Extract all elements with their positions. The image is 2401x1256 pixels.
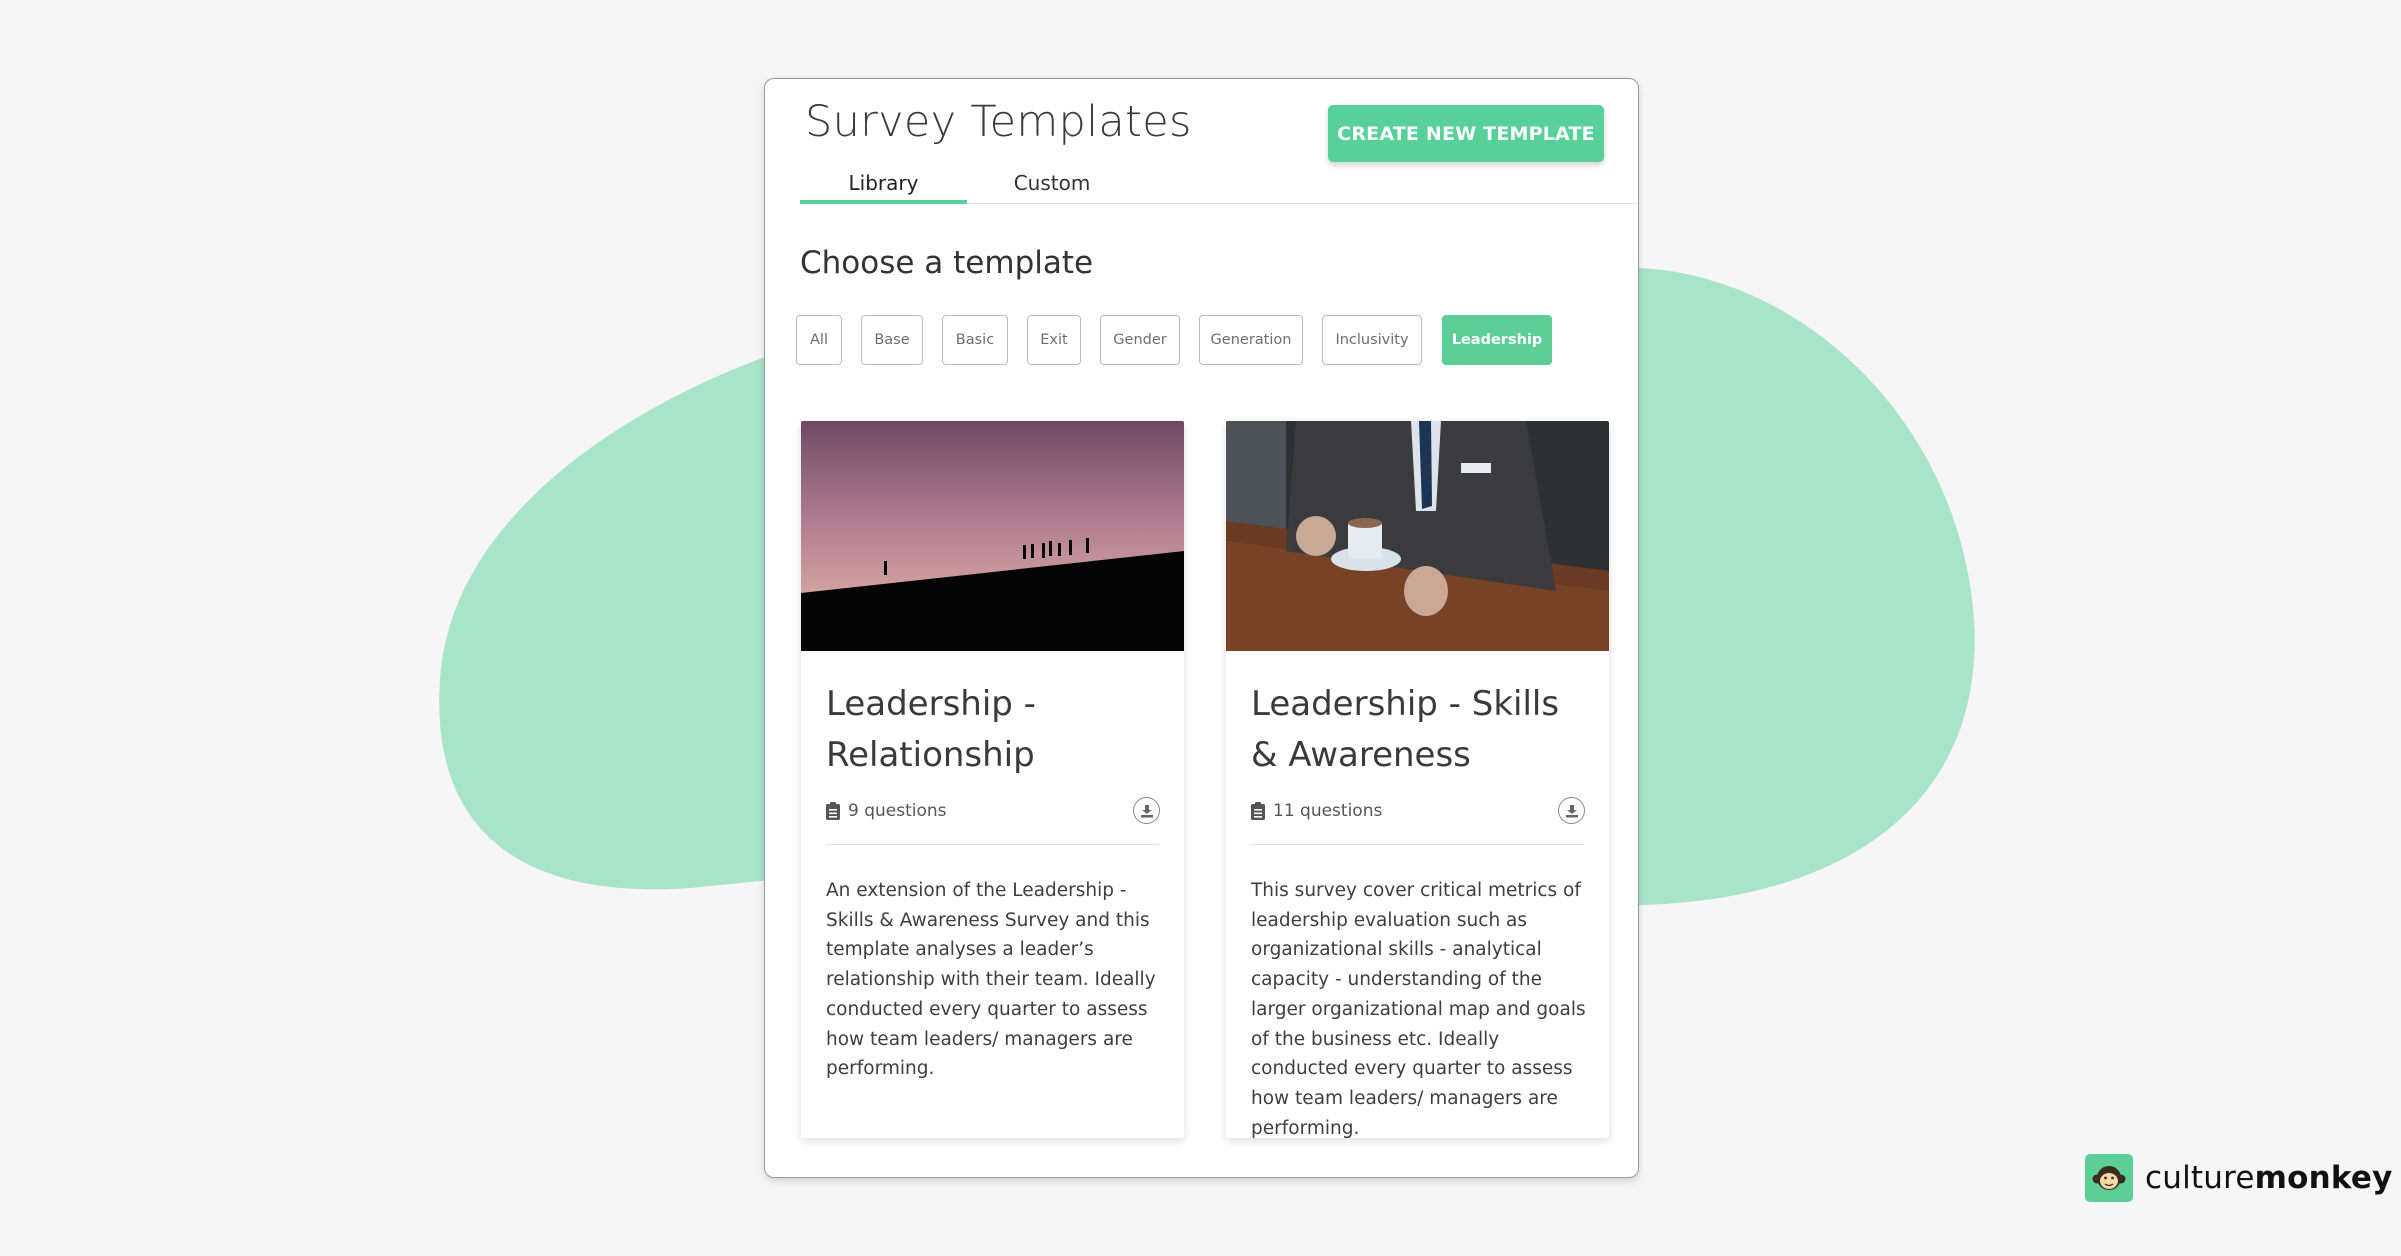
download-template-button[interactable] — [1133, 797, 1160, 824]
card-divider — [1251, 844, 1584, 845]
question-count-label: 9 questions — [848, 801, 947, 821]
template-image-businessman-coffee — [1226, 421, 1609, 651]
tab-bar: Library Custom — [800, 167, 1638, 204]
question-count: 11 questions — [1251, 801, 1382, 821]
clipboard-icon — [1251, 802, 1265, 820]
brand-name-light: culture — [2145, 1160, 2255, 1196]
tab-custom[interactable]: Custom — [967, 171, 1137, 195]
brand-name: culturemonkey — [2145, 1160, 2393, 1196]
download-icon — [1140, 804, 1153, 817]
filter-chip-basic[interactable]: Basic — [942, 315, 1008, 365]
filter-chip-inclusivity[interactable]: Inclusivity — [1322, 315, 1422, 365]
question-count: 9 questions — [826, 801, 947, 821]
card-divider — [826, 844, 1159, 845]
filter-chip-all[interactable]: All — [796, 315, 842, 365]
section-title: Choose a template — [800, 245, 1094, 281]
filter-chip-gender[interactable]: Gender — [1100, 315, 1180, 365]
template-card[interactable]: Leadership - Skills & Awareness 11 quest… — [1226, 421, 1609, 1138]
blob-right — [1639, 268, 1975, 905]
template-title: Leadership - Relationship — [826, 684, 1036, 775]
blob-left — [439, 355, 770, 890]
template-title: Leadership - Skills & Awareness — [1251, 684, 1560, 775]
tab-library[interactable]: Library — [800, 171, 967, 195]
create-new-template-button[interactable]: CREATE NEW TEMPLATE — [1328, 105, 1604, 162]
filter-chip-leadership[interactable]: Leadership — [1442, 315, 1552, 365]
question-count-label: 11 questions — [1273, 801, 1383, 821]
brand-name-bold: monkey — [2254, 1160, 2393, 1196]
page-title: Survey Templates — [805, 97, 1192, 147]
template-card[interactable]: Leadership - Relationship 9 questions An… — [801, 421, 1184, 1138]
filter-chip-base[interactable]: Base — [861, 315, 923, 365]
download-template-button[interactable] — [1558, 797, 1585, 824]
template-description: This survey cover critical metrics of le… — [1251, 880, 1586, 1138]
filter-chip-generation[interactable]: Generation — [1199, 315, 1303, 365]
template-image-hill-silhouettes — [801, 421, 1184, 651]
survey-templates-panel: Survey Templates CREATE NEW TEMPLATE Lib… — [764, 78, 1639, 1178]
clipboard-icon — [826, 802, 840, 820]
template-description: An extension of the Leadership - Skills … — [826, 880, 1156, 1080]
monkey-logo-icon — [2085, 1154, 2133, 1202]
active-tab-indicator — [800, 200, 967, 204]
download-icon — [1565, 804, 1578, 817]
culturemonkey-logo: culturemonkey — [2085, 1154, 2393, 1202]
filter-chip-exit[interactable]: Exit — [1027, 315, 1081, 365]
